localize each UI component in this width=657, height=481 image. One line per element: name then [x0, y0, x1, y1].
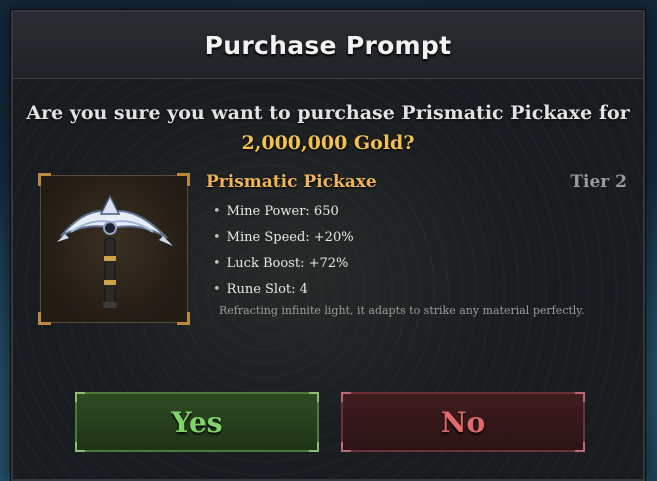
bullet-icon: • — [213, 230, 221, 245]
purchase-dialog: Purchase Prompt Are you sure you want to… — [11, 10, 645, 481]
button-corner — [75, 392, 85, 402]
pickaxe-icon — [57, 194, 173, 309]
bullet-icon: • — [213, 204, 221, 219]
stat-mine-speed: • Mine Speed: +20% — [213, 225, 354, 251]
no-button-label: No — [440, 405, 486, 439]
item-name: Prismatic Pickaxe — [206, 172, 377, 192]
question-text: Are you sure you want to purchase Prisma… — [26, 102, 630, 124]
item-tier: Tier 2 — [570, 172, 627, 192]
stat-rune-slot: • Rune Slot: 4 — [213, 277, 354, 303]
stat-text: Mine Speed: +20% — [226, 230, 354, 245]
bullet-icon: • — [213, 282, 221, 297]
item-description: Refracting infinite light, it adapts to … — [219, 304, 585, 317]
button-corner — [341, 442, 351, 452]
dialog-title: Purchase Prompt — [204, 30, 452, 60]
bullet-icon: • — [213, 256, 221, 271]
item-icon-frame — [38, 173, 190, 325]
stat-text: Mine Power: 650 — [226, 204, 339, 219]
button-corner — [309, 392, 319, 402]
button-corner — [309, 442, 319, 452]
stat-text: Rune Slot: 4 — [226, 282, 308, 297]
button-corner — [575, 442, 585, 452]
price-text: 2,000,000 Gold? — [241, 132, 415, 154]
yes-button-label: Yes — [171, 405, 223, 439]
no-button[interactable]: No — [341, 392, 585, 452]
item-stats-list: • Mine Power: 650 • Mine Speed: +20% • Luck… — [213, 199, 354, 303]
purchase-question: Are you sure you want to purchase Prisma… — [13, 98, 643, 158]
yes-button[interactable]: Yes — [75, 392, 319, 452]
dialog-title-bar: Purchase Prompt — [13, 12, 643, 79]
stat-luck-boost: • Luck Boost: +72% — [213, 251, 354, 277]
stat-mine-power: • Mine Power: 650 — [213, 199, 354, 225]
button-corner — [575, 392, 585, 402]
button-corner — [341, 392, 351, 402]
stat-text: Luck Boost: +72% — [226, 256, 349, 271]
button-corner — [75, 442, 85, 452]
